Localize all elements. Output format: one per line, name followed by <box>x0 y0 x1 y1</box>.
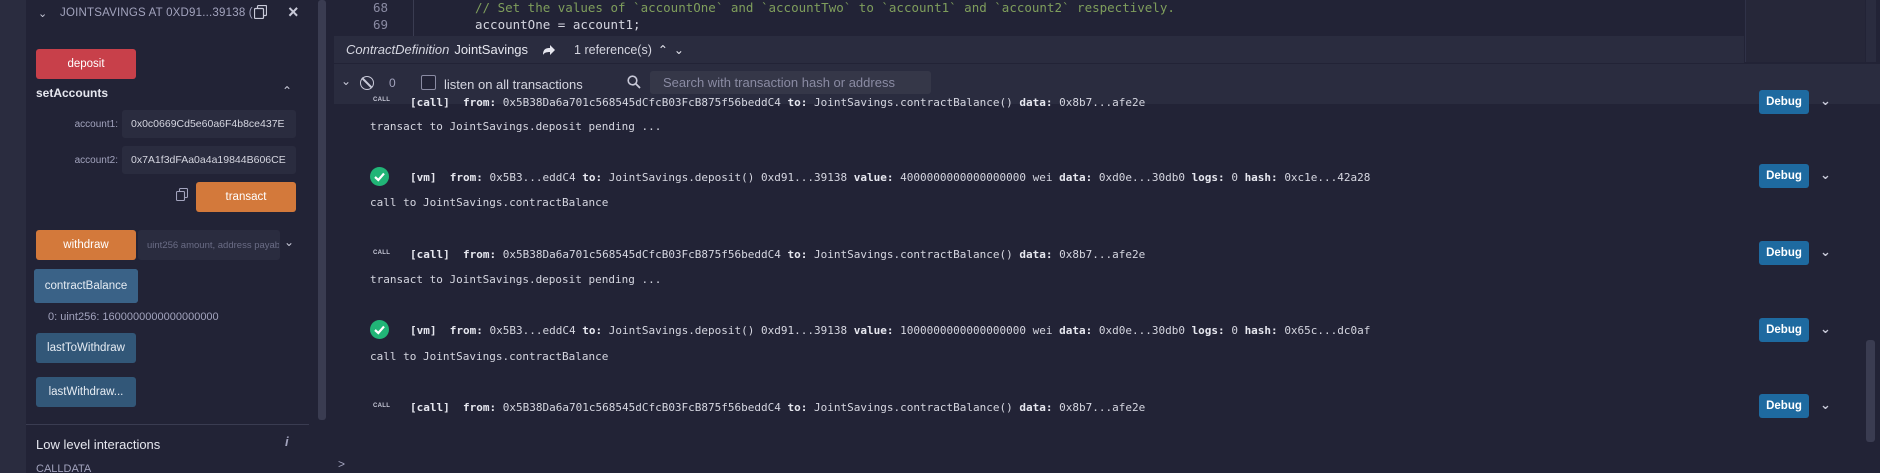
reference-bar: ContractDefinition JointSavings 1 refere… <box>334 36 1744 63</box>
contract-balance-result: 0: uint256: 1600000000000000000 <box>48 311 219 323</box>
success-icon <box>370 320 389 339</box>
go-to-definition-icon[interactable] <box>542 44 556 56</box>
panel-scrollbar[interactable] <box>318 0 326 420</box>
chevron-down-icon[interactable]: ⌄ <box>284 235 294 249</box>
low-level-title: Low level interactions <box>36 437 161 452</box>
divider <box>26 424 309 425</box>
terminal-prompt[interactable]: > <box>338 457 345 471</box>
debug-button[interactable]: Debug <box>1759 318 1809 342</box>
deposit-button[interactable]: deposit <box>36 49 136 79</box>
withdraw-button[interactable]: withdraw <box>36 230 136 260</box>
chevron-down-icon[interactable]: ⌄ <box>1820 397 1831 413</box>
log-note: call to JointSavings.contractBalance <box>370 196 609 209</box>
log-entry-vm[interactable]: [vm] from: 0x5B3...eddC4 to: JointSaving… <box>410 171 1370 184</box>
info-icon[interactable]: i <box>285 434 289 449</box>
success-icon <box>370 167 389 186</box>
code-line[interactable]: // Set the values of `accountOne` and `a… <box>475 0 1175 15</box>
log-note: call to JointSavings.contractBalance <box>370 350 609 363</box>
pending-tx-count: 0 <box>389 76 396 90</box>
calldata-label: CALLDATA <box>36 463 92 473</box>
log-entry-call[interactable]: [call] from: 0x5B38Da6a701c568545dCfcB03… <box>410 248 1145 261</box>
copy-calldata-icon[interactable] <box>176 188 188 201</box>
transact-button[interactable]: transact <box>196 182 296 212</box>
debug-button[interactable]: Debug <box>1759 164 1809 188</box>
log-note: transact to JointSavings.deposit pending… <box>370 120 662 133</box>
account1-input[interactable]: 0x0c0669Cd5e60a6F4b8ce437E <box>122 110 296 138</box>
chevron-down-icon[interactable]: ⌄ <box>674 43 684 57</box>
log-entry-vm[interactable]: [vm] from: 0x5B3...eddC4 to: JointSaving… <box>410 324 1370 337</box>
call-tag: CALL <box>373 250 391 256</box>
log-entry-call[interactable]: [call] from: 0x5B38Da6a701c568545dCfcB03… <box>410 401 1145 414</box>
account2-input[interactable]: 0x7A1f3dFAa0a4a19844B606CE <box>122 146 296 174</box>
reference-name: JointSavings <box>454 42 529 57</box>
tx-search-input[interactable]: Search with transaction hash or address <box>650 71 931 94</box>
deployed-contract-header[interactable]: ⌄ JOINTSAVINGS AT 0XD91...39138 ( × <box>26 0 309 26</box>
set-accounts-title: setAccounts <box>36 86 109 100</box>
listen-all-checkbox[interactable] <box>421 75 436 90</box>
chevron-down-icon[interactable]: ⌄ <box>1820 321 1831 337</box>
debug-button[interactable]: Debug <box>1759 90 1809 114</box>
copy-icon[interactable] <box>254 5 267 19</box>
line-number: 69 <box>373 17 389 32</box>
clear-console-icon[interactable] <box>360 76 374 90</box>
account2-label: account2: <box>74 155 118 166</box>
debug-button[interactable]: Debug <box>1759 394 1809 418</box>
contract-title: JOINTSAVINGS AT 0XD91...39138 ( <box>60 7 253 19</box>
chevron-down-icon[interactable]: ⌄ <box>38 7 54 20</box>
withdraw-args-input[interactable]: uint256 amount, address payable recipien… <box>138 230 280 260</box>
code-line[interactable]: accountOne = account1; <box>475 17 641 32</box>
log-entry-call[interactable]: [call] from: 0x5B38Da6a701c568545dCfcB03… <box>410 96 1145 109</box>
log-note: transact to JointSavings.deposit pending… <box>370 273 662 286</box>
reference-kind: ContractDefinition <box>346 42 450 57</box>
line-number: 68 <box>373 0 389 15</box>
deploy-run-panel: ⌄ JOINTSAVINGS AT 0XD91...39138 ( × depo… <box>0 0 326 473</box>
last-withdraw-button[interactable]: lastWithdraw... <box>36 377 136 407</box>
call-tag: CALL <box>373 97 391 103</box>
chevron-down-icon[interactable]: ⌄ <box>1820 244 1831 260</box>
call-tag: CALL <box>373 403 391 409</box>
chevron-up-icon[interactable]: ⌃ <box>658 43 668 57</box>
search-icon <box>627 75 641 89</box>
gutter-divider <box>413 0 414 36</box>
collapse-terminal-icon[interactable]: ⌄ <box>341 74 351 88</box>
listen-all-label: listen on all transactions <box>444 77 583 92</box>
editor-scrollbar[interactable] <box>1866 0 1876 62</box>
chevron-down-icon[interactable]: ⌄ <box>1820 93 1831 109</box>
chevron-down-icon[interactable]: ⌄ <box>1820 167 1831 183</box>
chevron-up-icon[interactable]: ⌃ <box>282 84 292 98</box>
account1-label: account1: <box>74 119 118 130</box>
debug-button[interactable]: Debug <box>1759 241 1809 265</box>
terminal-scrollbar[interactable] <box>1866 340 1875 442</box>
minimap[interactable] <box>1745 0 1865 62</box>
references-count[interactable]: 1 reference(s) <box>574 43 652 57</box>
close-icon[interactable]: × <box>288 2 299 23</box>
contract-balance-button[interactable]: contractBalance <box>34 269 138 303</box>
panel-edge <box>0 0 26 473</box>
last-to-withdraw-button[interactable]: lastToWithdraw <box>36 333 136 363</box>
